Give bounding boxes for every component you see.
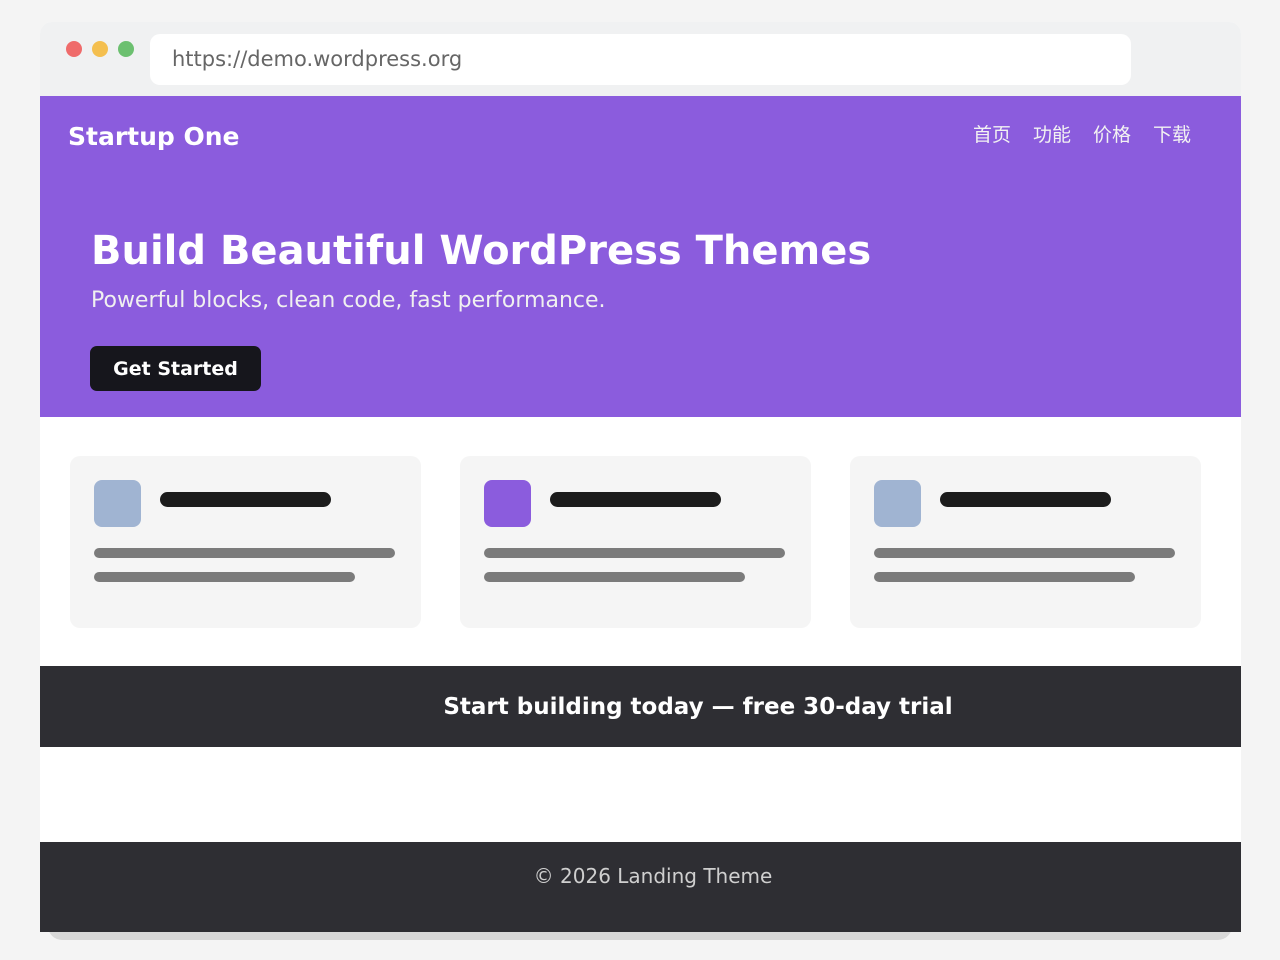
- placeholder-title-line: [160, 492, 331, 507]
- site-footer: © 2026 Landing Theme: [40, 842, 1241, 932]
- hero-title: Build Beautiful WordPress Themes: [91, 228, 872, 274]
- placeholder-square-icon: [874, 480, 921, 527]
- site-brand[interactable]: Startup One: [68, 122, 240, 151]
- banner-text: Start building today — free 30-day trial: [443, 693, 953, 720]
- placeholder-square-icon: [484, 480, 531, 527]
- hero-subtitle: Powerful blocks, clean code, fast perfor…: [91, 288, 606, 313]
- address-bar[interactable]: https://demo.wordpress.org: [150, 34, 1131, 85]
- hero-section: Startup One 首页 功能 价格 下载 Build Beautiful …: [40, 96, 1241, 417]
- placeholder-title-line: [550, 492, 721, 507]
- maximize-window-icon[interactable]: [118, 41, 134, 57]
- nav-item-home[interactable]: 首页: [973, 120, 1011, 147]
- browser-chrome: https://demo.wordpress.org: [40, 22, 1241, 96]
- placeholder-square-icon: [94, 480, 141, 527]
- nav-item-pricing[interactable]: 价格: [1093, 120, 1131, 147]
- trial-banner: Start building today — free 30-day trial: [40, 666, 1241, 747]
- placeholder-text-line: [94, 572, 355, 582]
- get-started-button[interactable]: Get Started: [90, 346, 261, 391]
- footer-copyright: © 2026 Landing Theme: [533, 864, 773, 888]
- feature-card: [460, 456, 811, 628]
- nav-item-download[interactable]: 下载: [1153, 120, 1191, 147]
- placeholder-text-line: [94, 548, 395, 558]
- browser-window: https://demo.wordpress.org Startup One 首…: [40, 22, 1241, 932]
- placeholder-text-line: [484, 572, 745, 582]
- minimize-window-icon[interactable]: [92, 41, 108, 57]
- features-grid: [70, 456, 1211, 628]
- placeholder-title-line: [940, 492, 1111, 507]
- placeholder-text-line: [484, 548, 785, 558]
- feature-card: [850, 456, 1201, 628]
- nav-item-features[interactable]: 功能: [1033, 120, 1071, 147]
- close-window-icon[interactable]: [66, 41, 82, 57]
- main-nav: 首页 功能 价格 下载: [973, 120, 1191, 147]
- placeholder-text-line: [874, 572, 1135, 582]
- feature-card: [70, 456, 421, 628]
- placeholder-text-line: [874, 548, 1175, 558]
